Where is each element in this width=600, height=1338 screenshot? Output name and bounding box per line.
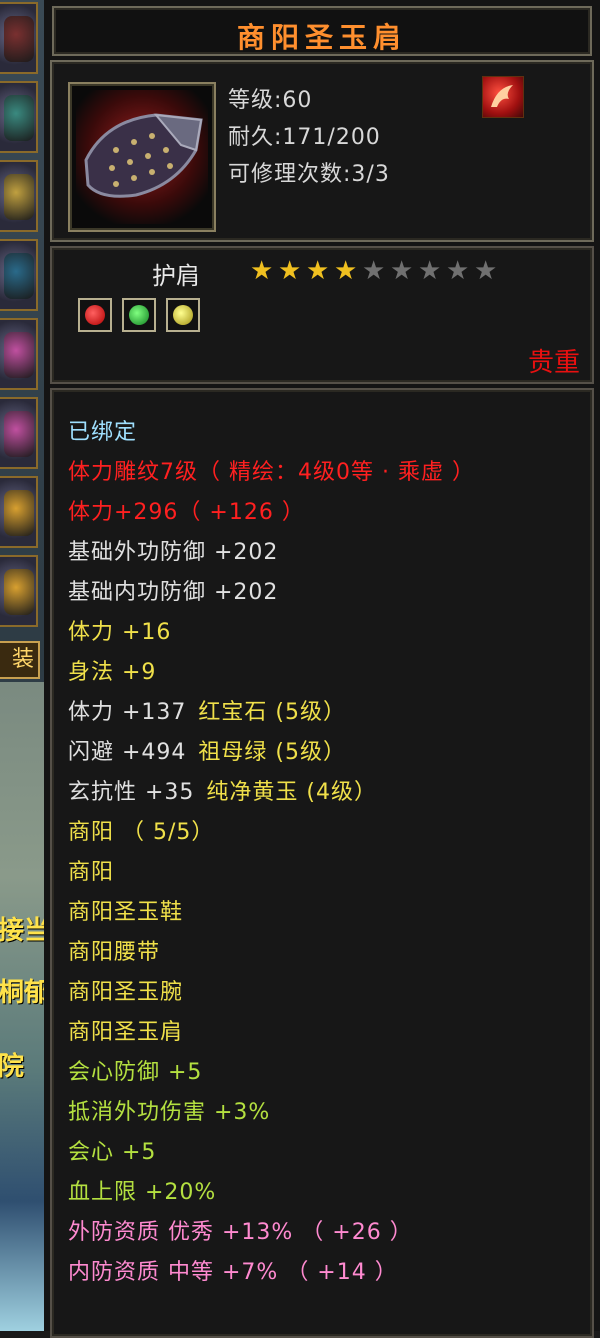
robe-icon xyxy=(4,95,34,141)
attribute-line: 基础外功防御 +202 xyxy=(68,540,279,565)
item-level: 等级:60 xyxy=(228,88,313,113)
inventory-slot[interactable] xyxy=(0,239,38,311)
necklace-icon xyxy=(4,174,34,220)
shield-icon xyxy=(4,490,34,536)
star-empty-icon: ★ xyxy=(474,256,498,286)
shield-icon xyxy=(4,569,34,615)
attribute-line: 会心 +5 xyxy=(68,1140,157,1165)
attribute-line: 体力+296（ +126 ） xyxy=(68,500,305,525)
attribute-line: 商阳圣玉腕 xyxy=(68,980,184,1005)
shoulder-armor-icon xyxy=(76,90,208,224)
item-attributes: 已绑定体力雕纹7级（ 精绘：4级0等 · 乘虚 ） 体力+296（ +126 ） 基… xyxy=(50,388,594,1338)
star-empty-icon: ★ xyxy=(390,256,414,286)
attribute-line: 玄抗性 +35 纯净黄玉 (4级） xyxy=(68,780,377,805)
attribute-line: 商阳 （ 5/5） xyxy=(68,820,215,845)
attribute-line: 商阳圣玉肩 xyxy=(68,1020,184,1045)
item-type-section: 护肩 ★ ★ ★ ★ ★ ★ ★ ★ ★ 贵重 xyxy=(50,246,594,384)
attribute-line: 会心防御 +5 xyxy=(68,1060,203,1085)
yellow-gem-icon xyxy=(173,305,193,325)
inventory-slot[interactable] xyxy=(0,476,38,548)
attribute-line: 体力 +137 红宝石 (5级） xyxy=(68,700,346,725)
item-repair-count: 可修理次数:3/3 xyxy=(228,162,390,187)
scene-npc-label: 桐郁 xyxy=(0,978,44,1008)
attribute-line: 基础内功防御 +202 xyxy=(68,580,279,605)
inventory-slot[interactable] xyxy=(0,160,38,232)
item-rarity: 贵重 xyxy=(527,348,580,378)
star-filled-icon: ★ xyxy=(306,256,330,286)
attribute-line: 商阳 xyxy=(68,860,115,885)
inventory-slot[interactable] xyxy=(0,397,38,469)
class-emblem-icon xyxy=(482,76,524,118)
attribute-line: 外防资质 优秀 +13% （ +26 ） xyxy=(68,1220,413,1245)
inventory-slot[interactable] xyxy=(0,81,38,153)
armor-icon xyxy=(4,16,34,62)
item-icon-frame xyxy=(68,82,216,232)
attribute-line: 商阳腰带 xyxy=(68,940,161,965)
attribute-line: 血上限 +20% xyxy=(68,1180,217,1205)
item-info-section: 等级:60 耐久:171/200 可修理次数:3/3 xyxy=(50,60,594,242)
helmet-icon xyxy=(4,253,34,299)
star-empty-icon: ★ xyxy=(362,256,386,286)
item-type: 护肩 xyxy=(152,262,200,290)
item-name: 商阳圣玉肩 xyxy=(236,21,407,54)
scene-npc-label: 接当 xyxy=(0,916,44,946)
inventory-slot[interactable] xyxy=(0,2,38,74)
inventory-slot[interactable] xyxy=(0,318,38,390)
green-gem-icon xyxy=(129,305,149,325)
attribute-line: 抵消外功伤害 +3% xyxy=(68,1100,271,1125)
scene-npc-label: 院 xyxy=(0,1052,25,1082)
inventory-slot[interactable] xyxy=(0,555,38,627)
flower-icon xyxy=(4,332,34,378)
attribute-line: 体力雕纹7级（ 精绘：4级0等 · 乘虚 ） xyxy=(68,460,475,485)
attribute-line: 已绑定 xyxy=(68,420,138,445)
inventory-strip: 装备 接当 桐郁 院 xyxy=(0,0,44,1331)
gem-socket-green xyxy=(122,298,156,332)
star-filled-icon: ★ xyxy=(278,256,302,286)
attribute-line: 闪避 +494 祖母绿 (5级） xyxy=(68,740,346,765)
star-empty-icon: ★ xyxy=(446,256,470,286)
star-empty-icon: ★ xyxy=(418,256,442,286)
attribute-line: 身法 +9 xyxy=(68,660,157,685)
item-title-bar: 商阳圣玉肩 xyxy=(52,6,592,56)
attribute-line: 内防资质 中等 +7% （ +14 ） xyxy=(68,1260,398,1285)
attribute-line: 体力 +16 xyxy=(68,620,172,645)
gem-socket-red xyxy=(78,298,112,332)
item-durability: 耐久:171/200 xyxy=(228,125,381,150)
game-scene-background: 接当 桐郁 院 xyxy=(0,682,44,1331)
star-filled-icon: ★ xyxy=(250,256,274,286)
item-tooltip: 商阳圣玉肩 等级:60 耐久:171/200 可修理次数:3/3 护肩 ★ ★ … xyxy=(44,0,600,1338)
red-gem-icon xyxy=(85,305,105,325)
attribute-line: 商阳圣玉鞋 xyxy=(68,900,184,925)
gem-socket-yellow xyxy=(166,298,200,332)
flower-icon xyxy=(4,411,34,457)
equipment-tab[interactable]: 装备 xyxy=(0,641,40,679)
star-filled-icon: ★ xyxy=(334,256,358,286)
